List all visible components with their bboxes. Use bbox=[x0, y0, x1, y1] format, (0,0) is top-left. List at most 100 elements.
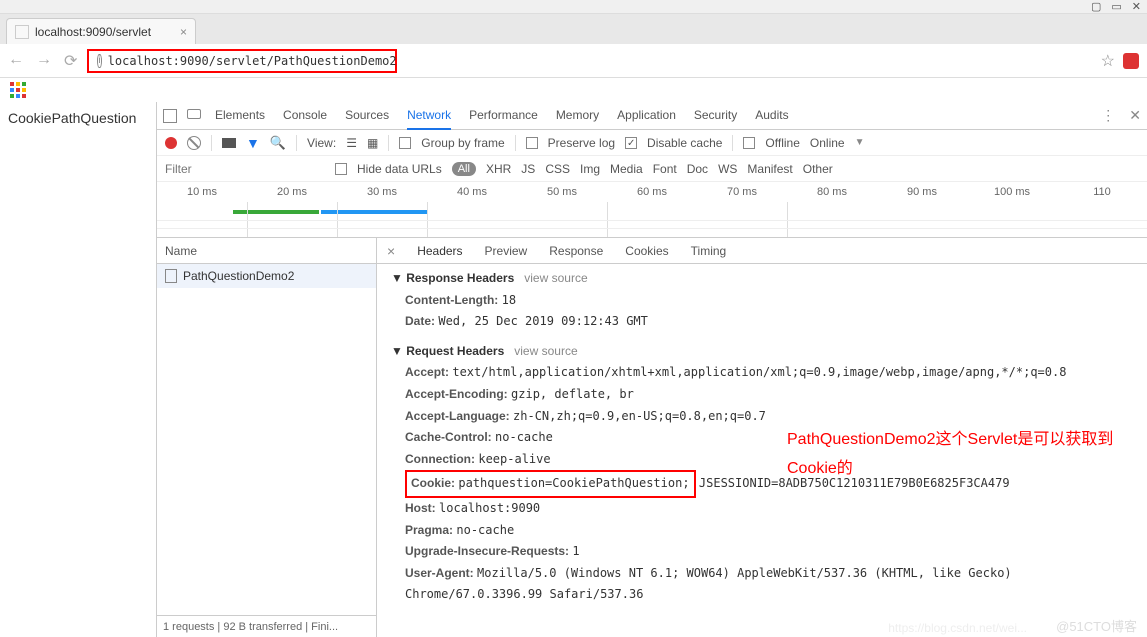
view-source-link[interactable]: view source bbox=[524, 271, 587, 285]
filter-xhr[interactable]: XHR bbox=[486, 162, 511, 176]
offline-checkbox[interactable] bbox=[743, 137, 755, 149]
network-filter-row: Hide data URLs All XHR JS CSS Img Media … bbox=[157, 156, 1147, 182]
bookmark-star-icon[interactable]: ☆ bbox=[1101, 51, 1115, 71]
extension-icon[interactable] bbox=[1123, 53, 1139, 69]
header-content-length: Content-Length: 18 bbox=[405, 290, 1133, 312]
tick: 100 ms bbox=[967, 186, 1057, 198]
watermark: @51CTO博客 bbox=[1056, 616, 1137, 635]
tab-performance[interactable]: Performance bbox=[469, 102, 538, 130]
tick: 80 ms bbox=[787, 186, 877, 198]
tab-memory[interactable]: Memory bbox=[556, 102, 599, 130]
request-row[interactable]: PathQuestionDemo2 bbox=[157, 264, 376, 288]
detail-tab-cookies[interactable]: Cookies bbox=[625, 244, 668, 258]
filter-media[interactable]: Media bbox=[610, 162, 643, 176]
tab-security[interactable]: Security bbox=[694, 102, 737, 130]
tick: 110 bbox=[1057, 186, 1147, 198]
tick: 10 ms bbox=[157, 186, 247, 198]
tab-application[interactable]: Application bbox=[617, 102, 676, 130]
maximize-button[interactable]: ▭ bbox=[1111, 0, 1121, 13]
group-by-frame-checkbox[interactable] bbox=[399, 137, 411, 149]
response-headers-section[interactable]: ▼ Response Headersview source bbox=[391, 268, 1133, 290]
filter-doc[interactable]: Doc bbox=[687, 162, 708, 176]
favicon-icon bbox=[15, 25, 29, 39]
url-text[interactable]: localhost:9090/servlet/PathQuestionDemo2 bbox=[108, 54, 397, 68]
tab-title: localhost:9090/servlet bbox=[35, 25, 151, 39]
filter-manifest[interactable]: Manifest bbox=[747, 162, 792, 176]
main-split: CookiePathQuestion Elements Console Sour… bbox=[0, 102, 1147, 637]
detail-tab-headers[interactable]: Headers bbox=[417, 244, 462, 258]
filter-input[interactable] bbox=[165, 162, 325, 176]
request-status-bar: 1 requests | 92 B transferred | Fini... bbox=[157, 615, 376, 637]
inspect-tools bbox=[163, 109, 201, 123]
header-pragma: Pragma: no-cache bbox=[405, 520, 1133, 542]
close-window-button[interactable]: ✕ bbox=[1132, 0, 1141, 13]
separator bbox=[732, 135, 733, 151]
header-accept-encoding: Accept-Encoding: gzip, deflate, br bbox=[405, 384, 1133, 406]
tab-close-button[interactable]: × bbox=[180, 25, 187, 39]
clear-button[interactable] bbox=[187, 136, 201, 150]
network-timeline[interactable]: 10 ms 20 ms 30 ms 40 ms 50 ms 60 ms 70 m… bbox=[157, 182, 1147, 238]
filter-all[interactable]: All bbox=[452, 162, 476, 176]
screenshot-icon[interactable] bbox=[222, 138, 236, 148]
back-button[interactable]: ← bbox=[8, 51, 24, 71]
apps-icon[interactable] bbox=[10, 82, 26, 98]
browser-tab[interactable]: localhost:9090/servlet × bbox=[6, 18, 196, 44]
group-by-frame-label: Group by frame bbox=[421, 136, 504, 150]
name-column-header[interactable]: Name bbox=[157, 238, 376, 264]
tab-elements[interactable]: Elements bbox=[215, 102, 265, 130]
filter-other[interactable]: Other bbox=[803, 162, 833, 176]
request-headers-section[interactable]: ▼ Request Headersview source bbox=[391, 341, 1133, 363]
headers-body[interactable]: ▼ Response Headersview source Content-Le… bbox=[377, 264, 1147, 637]
filter-css[interactable]: CSS bbox=[545, 162, 570, 176]
reload-button[interactable]: ⟳ bbox=[64, 51, 77, 71]
site-info-icon[interactable]: i bbox=[97, 54, 101, 68]
request-detail: × Headers Preview Response Cookies Timin… bbox=[377, 238, 1147, 637]
detail-tab-preview[interactable]: Preview bbox=[485, 244, 528, 258]
document-icon bbox=[165, 269, 177, 283]
detail-tab-timing[interactable]: Timing bbox=[691, 244, 727, 258]
tab-audits[interactable]: Audits bbox=[755, 102, 788, 130]
tick: 50 ms bbox=[517, 186, 607, 198]
filter-ws[interactable]: WS bbox=[718, 162, 737, 176]
minimize-button[interactable]: ▢ bbox=[1091, 0, 1101, 13]
forward-button[interactable]: → bbox=[36, 51, 52, 71]
separator bbox=[296, 135, 297, 151]
watermark: https://blog.csdn.net/wei... bbox=[888, 621, 1027, 635]
tab-sources[interactable]: Sources bbox=[345, 102, 389, 130]
tab-console[interactable]: Console bbox=[283, 102, 327, 130]
hide-data-urls-checkbox[interactable] bbox=[335, 163, 347, 175]
search-icon[interactable]: 🔍 bbox=[270, 135, 286, 151]
disable-cache-checkbox[interactable] bbox=[625, 137, 637, 149]
annotation-text: PathQuestionDemo2这个Servlet是可以获取到Cookie的 bbox=[787, 426, 1147, 484]
filter-toggle-icon[interactable]: ▼ bbox=[246, 135, 260, 151]
record-button[interactable] bbox=[165, 137, 177, 149]
detail-tab-response[interactable]: Response bbox=[549, 244, 603, 258]
view-source-link[interactable]: view source bbox=[514, 344, 577, 358]
tick: 40 ms bbox=[427, 186, 517, 198]
separator bbox=[211, 135, 212, 151]
view-small-icon[interactable]: ▦ bbox=[367, 136, 378, 150]
network-toolbar: ▼ 🔍 View: ☰ ▦ Group by frame Preserve lo… bbox=[157, 130, 1147, 156]
filter-js[interactable]: JS bbox=[521, 162, 535, 176]
tab-network[interactable]: Network bbox=[407, 102, 451, 130]
filter-font[interactable]: Font bbox=[653, 162, 677, 176]
nav-buttons: ← → ⟳ bbox=[8, 51, 77, 71]
view-large-icon[interactable]: ☰ bbox=[346, 136, 357, 150]
element-picker-icon[interactable] bbox=[163, 109, 177, 123]
preserve-log-checkbox[interactable] bbox=[526, 137, 538, 149]
tick: 90 ms bbox=[877, 186, 967, 198]
throttle-dropdown[interactable]: ▼ bbox=[855, 137, 865, 148]
url-wrap[interactable]: i localhost:9090/servlet/PathQuestionDem… bbox=[87, 48, 1139, 74]
devtools-header: Elements Console Sources Network Perform… bbox=[157, 102, 1147, 130]
network-content: Name PathQuestionDemo2 1 requests | 92 B… bbox=[157, 238, 1147, 637]
filter-img[interactable]: Img bbox=[580, 162, 600, 176]
detail-tabs: × Headers Preview Response Cookies Timin… bbox=[377, 238, 1147, 264]
devtools-close-button[interactable]: ✕ bbox=[1129, 107, 1141, 124]
devtools-menu-button[interactable]: ⋮ bbox=[1101, 107, 1115, 124]
preserve-log-label: Preserve log bbox=[548, 136, 615, 150]
device-toggle-icon[interactable] bbox=[187, 109, 201, 119]
detail-close-button[interactable]: × bbox=[387, 243, 395, 259]
disable-cache-label: Disable cache bbox=[647, 136, 722, 150]
header-host: Host: localhost:9090 bbox=[405, 498, 1133, 520]
header-user-agent: User-Agent: Mozilla/5.0 (Windows NT 6.1;… bbox=[405, 563, 1133, 606]
